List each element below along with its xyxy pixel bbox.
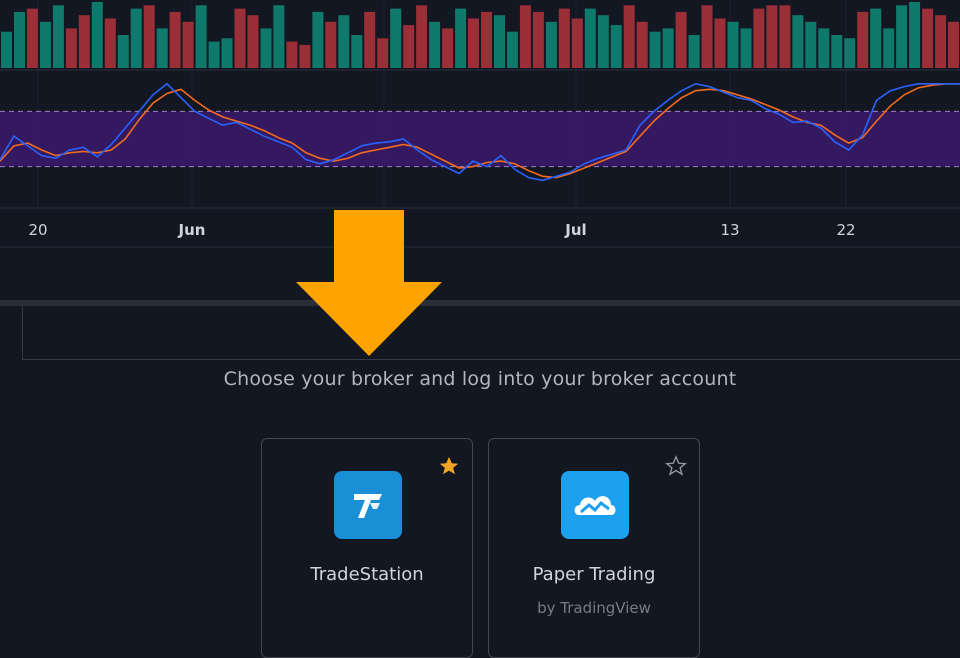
volume-bar (273, 5, 285, 69)
volume-bar (831, 35, 843, 68)
volume-bar (14, 11, 25, 68)
time-axis-label: Jul (564, 221, 586, 239)
broker-card-paper-trading[interactable]: Paper Trading by TradingView (488, 438, 700, 658)
volume-bar (39, 21, 51, 68)
volume-bar (299, 44, 311, 68)
volume-bar (545, 21, 557, 68)
favorite-star-icon[interactable] (438, 455, 460, 477)
volume-bar (740, 28, 752, 68)
volume-bar (143, 5, 155, 69)
time-axis-label: Jun (178, 221, 206, 239)
chart-area: 20 Jun Jul 13 22 (0, 0, 960, 300)
tradestation-logo-icon (334, 471, 402, 539)
volume-bar (442, 28, 454, 68)
volume-bar (870, 8, 882, 69)
volume-bar (584, 8, 596, 69)
volume-bar (883, 28, 895, 68)
volume-bar (506, 31, 518, 68)
volume-bar (844, 38, 856, 68)
volume-bar (130, 8, 142, 69)
volume-bar (519, 5, 531, 69)
broker-prompt: Choose your broker and log into your bro… (223, 368, 737, 390)
time-axis-label: 20 (28, 221, 47, 239)
volume-bar (377, 38, 389, 68)
broker-subtitle: by TradingView (537, 599, 651, 617)
volume-bar (610, 25, 622, 69)
volume-bar (338, 15, 350, 68)
volume-bar (208, 41, 220, 68)
volume-bar (260, 28, 272, 68)
volume-bar (325, 21, 337, 68)
volume-bar (91, 2, 103, 68)
volume-bar (364, 11, 376, 68)
cloud-chart-icon (561, 471, 629, 539)
volume-bar (597, 15, 609, 68)
volume-bar (857, 11, 869, 68)
volume-bar (948, 21, 959, 68)
broker-name: TradeStation (310, 564, 424, 585)
volume-bar (65, 28, 77, 68)
volume-bar (26, 8, 38, 69)
volume-bar (234, 8, 246, 69)
volume-bar (532, 11, 544, 68)
volume-bar (818, 28, 830, 68)
volume-bar (312, 11, 324, 68)
volume-bar (766, 5, 778, 69)
volume-bar (104, 18, 116, 68)
volume-bar (636, 21, 648, 68)
volume-bar (247, 15, 259, 68)
time-axis-label: 22 (836, 221, 855, 239)
volume-bar (182, 21, 194, 68)
volume-bar (701, 5, 713, 69)
volume-bar (571, 18, 583, 68)
broker-card-tradestation[interactable]: TradeStation (261, 438, 473, 658)
time-axis-label: 13 (720, 221, 739, 239)
volume-bar (156, 28, 168, 68)
volume-bar (286, 41, 298, 68)
volume-bar (623, 5, 635, 69)
broker-name: Paper Trading (532, 564, 656, 585)
volume-bar (688, 35, 700, 68)
volume-bar (468, 18, 479, 68)
volume-bar (390, 8, 402, 69)
volume-bar (558, 8, 570, 69)
volume-bar (416, 5, 428, 69)
chart-svg: 20 Jun Jul 13 22 (0, 0, 960, 248)
volume-bar (792, 15, 804, 68)
volume-bar (494, 15, 505, 68)
favorite-star-outline-icon[interactable] (665, 455, 687, 477)
volume-bar (52, 5, 64, 69)
volume-bar (117, 35, 129, 68)
indicator-band (0, 111, 960, 167)
volume-bar (195, 5, 207, 69)
volume-bar (662, 28, 674, 68)
panel-frame (22, 306, 960, 360)
volume-bar (351, 35, 363, 68)
volume-bar (805, 21, 817, 68)
volume-bar (429, 21, 441, 68)
volume-bar (1, 31, 12, 68)
volume-bar (649, 31, 661, 68)
down-arrow-icon (296, 210, 442, 356)
volume-bar (481, 11, 492, 68)
volume-bar (169, 11, 181, 68)
volume-bar (896, 5, 908, 69)
volume-bar (935, 15, 947, 68)
volume-bar (403, 25, 415, 69)
volume-bar (455, 8, 467, 69)
volume-bar (922, 8, 934, 69)
volume-bar (714, 18, 726, 68)
volume-bar (909, 2, 921, 68)
volume-bar (727, 21, 739, 68)
volume-bar (779, 5, 791, 69)
volume-bar (221, 38, 233, 68)
volume-bar (675, 11, 687, 68)
volume-bar (753, 8, 765, 69)
volume-bar (78, 15, 90, 68)
